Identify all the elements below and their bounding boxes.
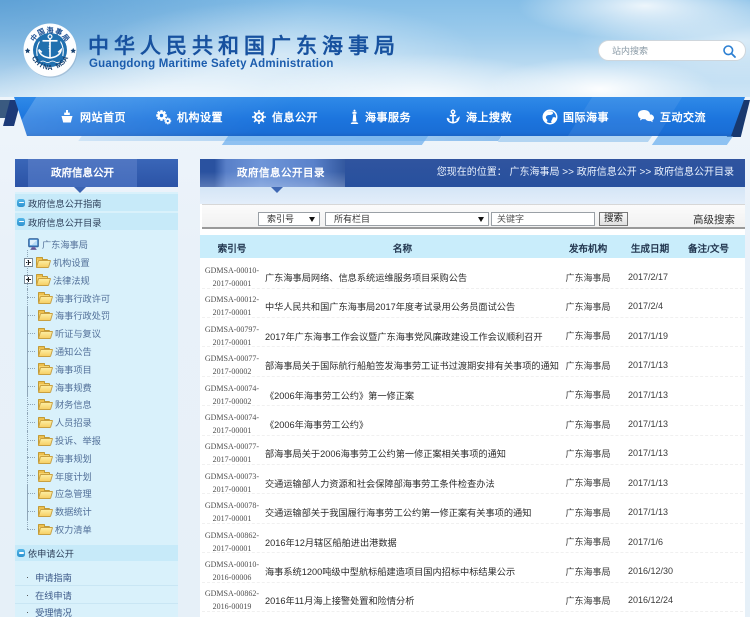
svg-text:A: A — [47, 65, 52, 72]
svg-text:海: 海 — [47, 25, 54, 34]
